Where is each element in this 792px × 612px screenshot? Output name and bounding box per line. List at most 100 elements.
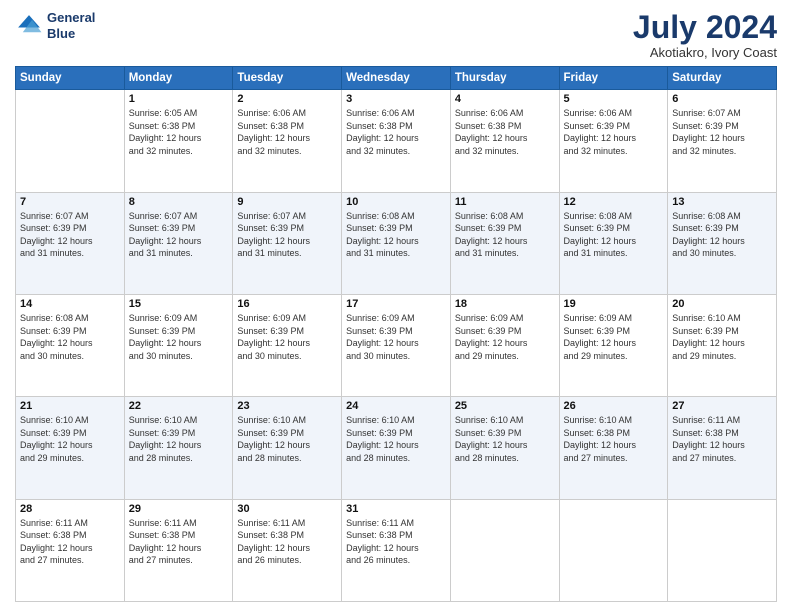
day-number: 15 [129, 298, 229, 310]
calendar-cell: 15Sunrise: 6:09 AM Sunset: 6:39 PM Dayli… [124, 294, 233, 396]
calendar-cell: 3 Sunrise: 6:06 AM Sunset: 6:38 PM Daylig… [342, 90, 451, 192]
calendar-cell: 2 Sunrise: 6:06 AM Sunset: 6:38 PM Daylig… [233, 90, 342, 192]
day-number: 23 [237, 400, 337, 412]
calendar-cell: 13Sunrise: 6:08 AM Sunset: 6:39 PM Dayli… [668, 192, 777, 294]
calendar-cell: 16 Sunrise: 6:09 AM Sunset: 6:39 PM Dayli… [233, 294, 342, 396]
calendar-cell: 26 Sunrise: 6:10 AM Sunset: 6:38 PM Dayli… [559, 397, 668, 499]
calendar-week-row: 7 Sunrise: 6:07 AM Sunset: 6:39 PM Daylig… [16, 192, 777, 294]
calendar-week-row: 14 Sunrise: 6:08 AM Sunset: 6:39 PM Dayli… [16, 294, 777, 396]
day-number: 8 [129, 196, 229, 208]
cell-info: Sunrise: 6:07 AM Sunset: 6:39 PM Dayligh… [129, 210, 229, 260]
cell-info: Sunrise: 6:08 AM Sunset: 6:39 PM Dayligh… [455, 210, 555, 260]
calendar-cell: 11 Sunrise: 6:08 AM Sunset: 6:39 PM Dayli… [450, 192, 559, 294]
cell-info: Sunrise: 6:11 AM Sunset: 6:38 PM Dayligh… [672, 414, 772, 464]
calendar-cell: 23Sunrise: 6:10 AM Sunset: 6:39 PM Dayli… [233, 397, 342, 499]
logo-line1: General [47, 10, 95, 26]
cell-info: Sunrise: 6:11 AM Sunset: 6:38 PM Dayligh… [346, 517, 446, 567]
cell-info: Sunrise: 6:05 AM Sunset: 6:38 PM Dayligh… [129, 107, 229, 157]
cell-info: Sunrise: 6:10 AM Sunset: 6:39 PM Dayligh… [455, 414, 555, 464]
day-number: 9 [237, 196, 337, 208]
day-number: 30 [237, 503, 337, 515]
day-number: 25 [455, 400, 555, 412]
cell-info: Sunrise: 6:09 AM Sunset: 6:39 PM Dayligh… [237, 312, 337, 362]
calendar-cell: 8 Sunrise: 6:07 AM Sunset: 6:39 PM Daylig… [124, 192, 233, 294]
calendar-cell: 28 Sunrise: 6:11 AM Sunset: 6:38 PM Dayli… [16, 499, 125, 601]
calendar-day-header: Wednesday [342, 67, 451, 90]
day-number: 3 [346, 93, 446, 105]
logo-icon [15, 12, 43, 40]
day-number: 14 [20, 298, 120, 310]
day-number: 18 [455, 298, 555, 310]
calendar-table: SundayMondayTuesdayWednesdayThursdayFrid… [15, 66, 777, 602]
day-number: 31 [346, 503, 446, 515]
calendar-cell: 25 Sunrise: 6:10 AM Sunset: 6:39 PM Dayli… [450, 397, 559, 499]
title-block: July 2024 Akotiakro, Ivory Coast [633, 10, 777, 60]
day-number: 21 [20, 400, 120, 412]
page: General Blue July 2024 Akotiakro, Ivory … [0, 0, 792, 612]
calendar-day-header: Monday [124, 67, 233, 90]
calendar-week-row: 28 Sunrise: 6:11 AM Sunset: 6:38 PM Dayli… [16, 499, 777, 601]
day-number: 29 [129, 503, 229, 515]
day-number: 6 [672, 93, 772, 105]
calendar-day-header: Friday [559, 67, 668, 90]
calendar-cell: 14 Sunrise: 6:08 AM Sunset: 6:39 PM Dayli… [16, 294, 125, 396]
subtitle: Akotiakro, Ivory Coast [633, 45, 777, 60]
calendar-cell: 30 Sunrise: 6:11 AM Sunset: 6:38 PM Dayli… [233, 499, 342, 601]
cell-info: Sunrise: 6:10 AM Sunset: 6:39 PM Dayligh… [20, 414, 120, 464]
calendar-day-header: Sunday [16, 67, 125, 90]
calendar-cell: 6Sunrise: 6:07 AM Sunset: 6:39 PM Daylig… [668, 90, 777, 192]
day-number: 2 [237, 93, 337, 105]
logo-line2: Blue [47, 26, 95, 42]
calendar-cell: 20Sunrise: 6:10 AM Sunset: 6:39 PM Dayli… [668, 294, 777, 396]
calendar-cell: 22Sunrise: 6:10 AM Sunset: 6:39 PM Dayli… [124, 397, 233, 499]
calendar-cell: 1Sunrise: 6:05 AM Sunset: 6:38 PM Daylig… [124, 90, 233, 192]
calendar-cell [16, 90, 125, 192]
calendar-cell: 10 Sunrise: 6:08 AM Sunset: 6:39 PM Dayli… [342, 192, 451, 294]
calendar-cell: 27Sunrise: 6:11 AM Sunset: 6:38 PM Dayli… [668, 397, 777, 499]
cell-info: Sunrise: 6:08 AM Sunset: 6:39 PM Dayligh… [20, 312, 120, 362]
cell-info: Sunrise: 6:06 AM Sunset: 6:39 PM Dayligh… [564, 107, 664, 157]
main-title: July 2024 [633, 10, 777, 45]
calendar-day-header: Saturday [668, 67, 777, 90]
calendar-cell [668, 499, 777, 601]
day-number: 4 [455, 93, 555, 105]
cell-info: Sunrise: 6:06 AM Sunset: 6:38 PM Dayligh… [346, 107, 446, 157]
calendar-week-row: 21 Sunrise: 6:10 AM Sunset: 6:39 PM Dayli… [16, 397, 777, 499]
cell-info: Sunrise: 6:09 AM Sunset: 6:39 PM Dayligh… [346, 312, 446, 362]
day-number: 11 [455, 196, 555, 208]
calendar-cell: 9 Sunrise: 6:07 AM Sunset: 6:39 PM Daylig… [233, 192, 342, 294]
day-number: 22 [129, 400, 229, 412]
logo-text: General Blue [47, 10, 95, 41]
day-number: 17 [346, 298, 446, 310]
calendar-day-header: Thursday [450, 67, 559, 90]
day-number: 16 [237, 298, 337, 310]
day-number: 20 [672, 298, 772, 310]
calendar-header-row: SundayMondayTuesdayWednesdayThursdayFrid… [16, 67, 777, 90]
day-number: 24 [346, 400, 446, 412]
calendar-cell: 7Sunrise: 6:07 AM Sunset: 6:39 PM Daylig… [16, 192, 125, 294]
calendar-cell [450, 499, 559, 601]
calendar-cell: 24Sunrise: 6:10 AM Sunset: 6:39 PM Dayli… [342, 397, 451, 499]
day-number: 26 [564, 400, 664, 412]
cell-info: Sunrise: 6:07 AM Sunset: 6:39 PM Dayligh… [237, 210, 337, 260]
calendar-day-header: Tuesday [233, 67, 342, 90]
calendar-cell: 18 Sunrise: 6:09 AM Sunset: 6:39 PM Dayli… [450, 294, 559, 396]
cell-info: Sunrise: 6:06 AM Sunset: 6:38 PM Dayligh… [237, 107, 337, 157]
logo: General Blue [15, 10, 95, 41]
day-number: 10 [346, 196, 446, 208]
calendar-cell: 29Sunrise: 6:11 AM Sunset: 6:38 PM Dayli… [124, 499, 233, 601]
day-number: 7 [20, 196, 120, 208]
header: General Blue July 2024 Akotiakro, Ivory … [15, 10, 777, 60]
cell-info: Sunrise: 6:08 AM Sunset: 6:39 PM Dayligh… [346, 210, 446, 260]
day-number: 19 [564, 298, 664, 310]
cell-info: Sunrise: 6:10 AM Sunset: 6:38 PM Dayligh… [564, 414, 664, 464]
day-number: 13 [672, 196, 772, 208]
cell-info: Sunrise: 6:09 AM Sunset: 6:39 PM Dayligh… [455, 312, 555, 362]
cell-info: Sunrise: 6:09 AM Sunset: 6:39 PM Dayligh… [564, 312, 664, 362]
calendar-cell: 19 Sunrise: 6:09 AM Sunset: 6:39 PM Dayli… [559, 294, 668, 396]
day-number: 28 [20, 503, 120, 515]
calendar-cell: 5Sunrise: 6:06 AM Sunset: 6:39 PM Daylig… [559, 90, 668, 192]
calendar-cell: 17 Sunrise: 6:09 AM Sunset: 6:39 PM Dayli… [342, 294, 451, 396]
cell-info: Sunrise: 6:11 AM Sunset: 6:38 PM Dayligh… [20, 517, 120, 567]
cell-info: Sunrise: 6:11 AM Sunset: 6:38 PM Dayligh… [237, 517, 337, 567]
